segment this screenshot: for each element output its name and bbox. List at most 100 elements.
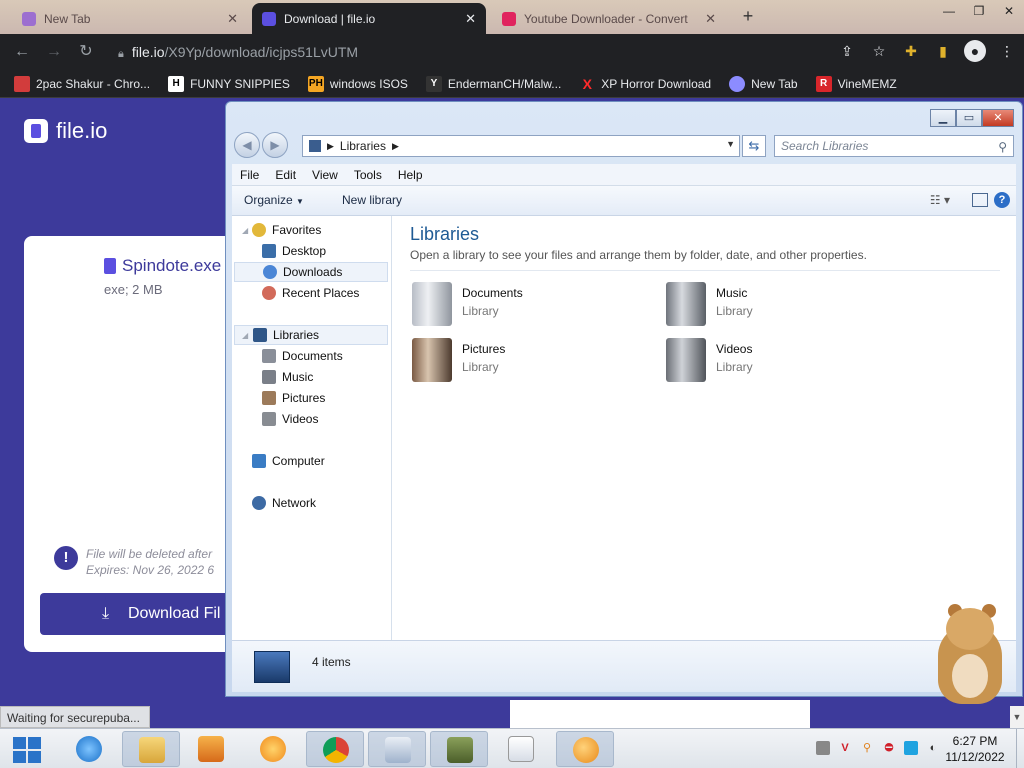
tray-search-icon[interactable]: ⚲ xyxy=(860,741,874,755)
share-icon[interactable]: ⇪ xyxy=(836,40,858,62)
library-type: Library xyxy=(716,304,753,318)
tray-monitor-icon[interactable] xyxy=(904,741,918,755)
browser-window-controls: — ❐ ✕ xyxy=(934,0,1024,22)
preview-pane-icon[interactable] xyxy=(972,193,988,207)
taskbar-file-explorer[interactable] xyxy=(122,731,180,767)
taskbar-bonzi-box[interactable] xyxy=(430,731,488,767)
close-icon[interactable]: ✕ xyxy=(994,0,1024,22)
tab-new-tab[interactable]: New Tab ✕ xyxy=(12,3,248,34)
download-file-button[interactable]: ⤓ Download Fil xyxy=(40,593,240,635)
tray-stop-icon[interactable]: ⛔︎ xyxy=(882,741,896,755)
nav-libraries[interactable]: Libraries xyxy=(234,325,388,345)
expiry-warning: ! File will be deleted after Expires: No… xyxy=(54,546,214,578)
bookmark-label: EndermanCH/Malw... xyxy=(447,76,562,91)
explorer-window: ▁ ▭ ✕ ◀ ▶ ▶ Libraries ▶ ▼ ⇆ Search Libra… xyxy=(225,101,1023,697)
nav-recent-places[interactable]: Recent Places xyxy=(262,283,359,303)
close-icon[interactable]: ✕ xyxy=(982,109,1014,127)
explorer-nav-buttons: ◀ ▶ xyxy=(234,132,288,158)
bookmark-label: New Tab xyxy=(751,76,798,91)
nav-videos[interactable]: Videos xyxy=(262,409,318,429)
nav-pictures[interactable]: Pictures xyxy=(262,388,325,408)
tray-volume-icon[interactable]: ◐ xyxy=(926,741,940,755)
taskbar-internet-explorer[interactable] xyxy=(60,731,118,767)
nav-documents[interactable]: Documents xyxy=(262,346,343,366)
back-arrow-icon[interactable]: ◀ xyxy=(234,132,260,158)
minimize-icon[interactable]: ▁ xyxy=(930,109,956,127)
nav-computer[interactable]: Computer xyxy=(252,451,325,471)
close-icon[interactable]: ✕ xyxy=(705,11,716,27)
extensions-icon[interactable]: ✚ xyxy=(900,40,922,62)
tab-fileio[interactable]: Download | file.io ✕ xyxy=(252,3,486,34)
library-item-pictures[interactable]: Pictures Library xyxy=(412,338,505,382)
profile-avatar-icon[interactable]: ● xyxy=(964,40,986,62)
nav-network[interactable]: Network xyxy=(252,493,316,513)
tab-youtube-downloader[interactable]: Youtube Downloader - Convert ✕ xyxy=(492,3,726,34)
taskbar-search-app[interactable] xyxy=(556,731,614,767)
minimize-icon[interactable]: — xyxy=(934,0,964,22)
libraries-icon xyxy=(254,651,290,683)
explorer-menu-bar: File Edit View Tools Help xyxy=(232,164,1016,186)
url-host: file.io xyxy=(131,44,165,60)
explorer-address-bar[interactable]: ▶ Libraries ▶ ▼ xyxy=(302,135,740,157)
back-arrow-icon[interactable]: ← xyxy=(12,42,32,62)
reload-icon[interactable]: ↻ xyxy=(76,42,96,62)
collapse-arrow-icon[interactable]: ◢ xyxy=(242,226,248,235)
new-tab-button[interactable]: + xyxy=(738,6,758,26)
new-library-button[interactable]: New library xyxy=(342,193,402,207)
menu-file[interactable]: File xyxy=(232,164,267,185)
forward-arrow-icon[interactable]: ▶ xyxy=(262,132,288,158)
taskbar-clock[interactable]: 6:27 PM 11/12/2022 xyxy=(940,733,1010,765)
chevron-down-icon[interactable]: ▼ xyxy=(726,139,735,149)
bookmark-item[interactable]: PH windows ISOS xyxy=(307,75,408,92)
close-icon[interactable]: ✕ xyxy=(227,11,238,27)
nav-downloads[interactable]: Downloads xyxy=(234,262,388,282)
taskbar: V ⚲ ⛔︎ ◐ 6:27 PM 11/12/2022 xyxy=(0,728,1024,768)
taskbar-bandicam[interactable] xyxy=(244,731,302,767)
forward-arrow-icon[interactable]: → xyxy=(44,42,64,62)
menu-dots-icon[interactable]: ⋮ xyxy=(996,40,1018,62)
restore-icon[interactable]: ❐ xyxy=(964,0,994,22)
bookmark-item[interactable]: New Tab xyxy=(729,75,798,92)
search-input[interactable]: Search Libraries ⚲ xyxy=(774,135,1014,157)
scroll-down-icon[interactable]: ▼ xyxy=(1010,706,1024,728)
library-item-music[interactable]: Music Library xyxy=(666,282,753,326)
bookmark-item[interactable]: Y EndermanCH/Malw... xyxy=(425,75,562,92)
taskbar-clock-app[interactable] xyxy=(492,731,550,767)
library-item-documents[interactable]: Documents Library xyxy=(412,282,523,326)
tray-app-icon[interactable] xyxy=(816,741,830,755)
nav-desktop[interactable]: Desktop xyxy=(262,241,326,261)
show-desktop-button[interactable] xyxy=(1016,729,1024,768)
bookmark-item[interactable]: H FUNNY SNIPPIES xyxy=(168,75,290,92)
menu-tools[interactable]: Tools xyxy=(346,164,390,185)
organize-button[interactable]: Organize ▼ xyxy=(244,193,304,207)
breadcrumb-arrow-icon[interactable]: ▶ xyxy=(392,141,399,152)
change-view-icon[interactable]: ☷ ▾ xyxy=(930,193,950,207)
close-icon[interactable]: ✕ xyxy=(465,11,476,27)
bookmark-item[interactable]: 2pac Shakur - Chro... xyxy=(14,75,150,92)
breadcrumb-libraries[interactable]: Libraries xyxy=(340,139,386,153)
tray-antivirus-icon[interactable]: V xyxy=(838,741,852,755)
bookmark-star-icon[interactable]: ☆ xyxy=(868,40,890,62)
taskbar-chrome[interactable] xyxy=(306,731,364,767)
nav-favorites[interactable]: Favorites xyxy=(252,220,321,240)
menu-edit[interactable]: Edit xyxy=(267,164,304,185)
search-icon[interactable]: ⚲ xyxy=(998,137,1007,157)
menu-help[interactable]: Help xyxy=(390,164,431,185)
start-button[interactable] xyxy=(10,735,42,763)
bookmark-item[interactable]: X XP Horror Download xyxy=(579,76,712,92)
nav-music[interactable]: Music xyxy=(262,367,313,387)
help-icon[interactable]: ? xyxy=(994,192,1010,208)
maximize-icon[interactable]: ▭ xyxy=(956,109,982,127)
fileio-logo[interactable]: file.io xyxy=(24,118,107,144)
refresh-icon[interactable]: ⇆ xyxy=(742,135,766,157)
hamster-mascot[interactable] xyxy=(932,604,1008,708)
side-panel-icon[interactable]: ▮ xyxy=(932,40,954,62)
taskbar-window[interactable] xyxy=(368,731,426,767)
clock-time: 6:27 PM xyxy=(952,734,998,748)
menu-view[interactable]: View xyxy=(304,164,346,185)
collapse-arrow-icon[interactable]: ◢ xyxy=(242,331,248,340)
bookmark-item[interactable]: R VineMEMZ xyxy=(815,75,897,92)
address-bar[interactable]: 🔒︎ file.io/X9Yp/download/icjps51LvUTM xyxy=(108,38,888,66)
library-item-videos[interactable]: Videos Library xyxy=(666,338,753,382)
taskbar-media-player[interactable] xyxy=(182,731,240,767)
